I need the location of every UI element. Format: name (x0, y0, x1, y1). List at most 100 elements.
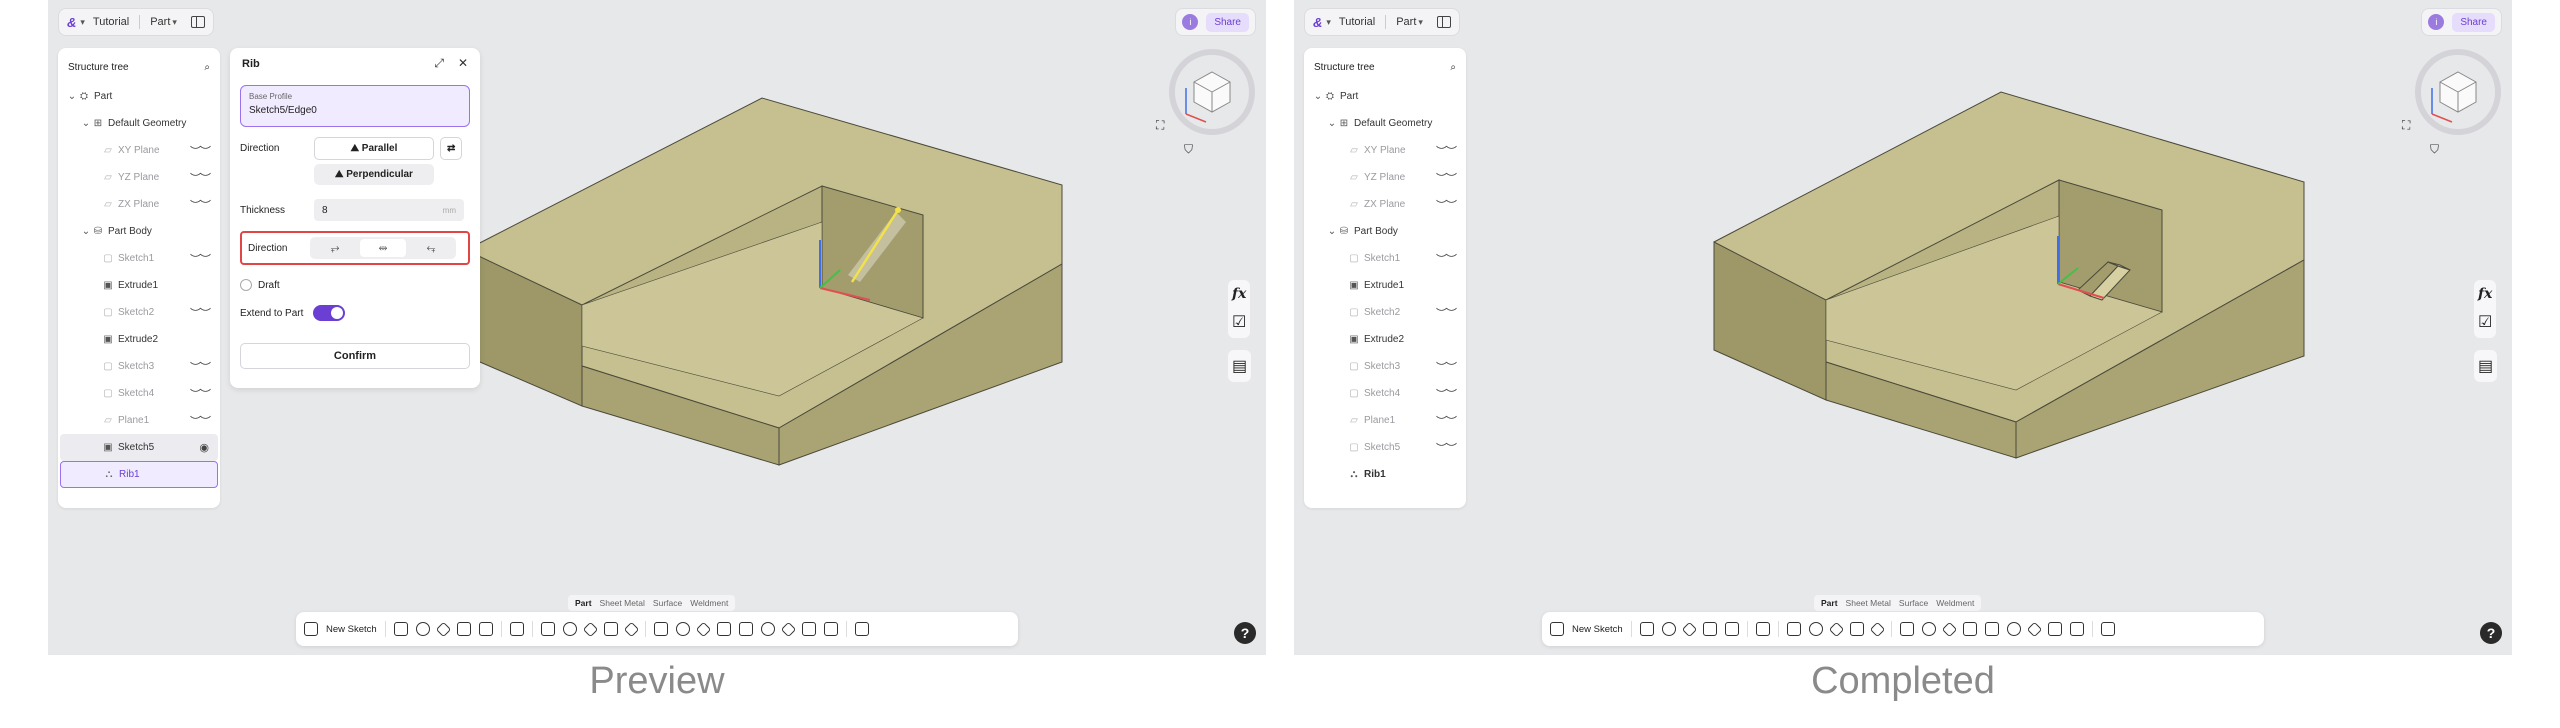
extrude-tool-icon[interactable] (1639, 622, 1654, 636)
breadcrumb-tutorial[interactable]: Tutorial (1339, 16, 1375, 28)
tree-item-xy-plane[interactable]: ▱ XY Plane ︶︶ (1304, 137, 1466, 164)
sweep-tool-icon[interactable] (1681, 621, 1697, 637)
new-sketch-button[interactable]: New Sketch (326, 624, 377, 635)
breadcrumb-tutorial[interactable]: Tutorial (93, 16, 129, 28)
view-cube-icon[interactable] (2410, 44, 2506, 140)
extrude-tool-icon[interactable] (393, 622, 408, 636)
tab-part[interactable]: Part (1818, 597, 1841, 609)
chevron-down-icon[interactable]: ▾ (172, 17, 177, 28)
tree-item-extrude1[interactable]: ▣ Extrude1 (1304, 272, 1466, 299)
tab-weldment[interactable]: Weldment (1933, 597, 1977, 609)
boolean-tool-icon[interactable] (1941, 621, 1957, 637)
tab-weldment[interactable]: Weldment (687, 597, 731, 609)
tree-item-part-body[interactable]: ⌄ ⛁ Part Body (1304, 218, 1466, 245)
view-cube-icon[interactable] (1164, 44, 1260, 140)
formula-icon[interactable]: fx (1232, 286, 1246, 302)
replace-face-icon[interactable] (2026, 621, 2042, 637)
loft-tool-icon[interactable] (456, 622, 471, 636)
check-icon[interactable]: ☑ (2478, 312, 2492, 332)
tree-item-sketch3[interactable]: ▢ Sketch3 ︶︶ (1304, 353, 1466, 380)
tree-item-sketch2[interactable]: ▢ Sketch2 ︶︶ (58, 299, 220, 326)
3d-model-completed[interactable] (1294, 0, 2512, 655)
tab-surface[interactable]: Surface (650, 597, 685, 609)
mirror-tool-icon[interactable] (1921, 622, 1936, 636)
app-logo-icon[interactable]: & (67, 15, 76, 30)
tree-item-default-geometry[interactable]: ⌄ ⊞ Default Geometry (1304, 110, 1466, 137)
tree-item-sketch1[interactable]: ▢ Sketch1 ︶︶ (58, 245, 220, 272)
share-button[interactable]: Share (1206, 12, 1249, 32)
table-icon[interactable]: ▤ (2478, 356, 2493, 376)
chevron-down-icon[interactable]: ⌄ (66, 91, 78, 102)
tree-item-extrude1[interactable]: ▣ Extrude1 (58, 272, 220, 299)
tree-item-extrude2[interactable]: ▣ Extrude2 (1304, 326, 1466, 353)
tree-item-sketch2[interactable]: ▢ Sketch2 ︶︶ (1304, 299, 1466, 326)
new-sketch-button[interactable]: New Sketch (1572, 624, 1623, 635)
direction-other-side-icon[interactable]: ⥆ (408, 239, 454, 257)
direction-one-side-icon[interactable]: ⥅ (312, 239, 358, 257)
hidden-eye-icon[interactable]: ︶︶ (190, 359, 211, 375)
chevron-down-icon[interactable]: ▾ (80, 17, 85, 28)
hidden-eye-icon[interactable]: ︶︶ (1436, 197, 1457, 213)
hidden-eye-icon[interactable]: ︶︶ (1436, 143, 1457, 159)
perpendicular-button[interactable]: ⛰ Perpendicular (314, 164, 434, 185)
hidden-eye-icon[interactable]: ︶︶ (190, 197, 211, 213)
hole-tool-icon[interactable] (1755, 622, 1770, 636)
more-tools-icon[interactable] (854, 622, 869, 636)
fit-view-icon[interactable]: ⛶ (1156, 118, 1164, 133)
share-button[interactable]: Share (2452, 12, 2495, 32)
tree-item-part[interactable]: ⌄ ⛭ Part (1304, 83, 1466, 110)
tab-part[interactable]: Part (572, 597, 595, 609)
replace-face-icon[interactable] (780, 621, 796, 637)
plane-tool-icon[interactable] (2069, 622, 2084, 636)
tree-item-plane1[interactable]: ▱ Plane1 ︶︶ (58, 407, 220, 434)
chevron-down-icon[interactable]: ⌄ (80, 118, 92, 129)
rib-tool-icon[interactable] (1724, 622, 1739, 636)
tree-item-rib1[interactable]: ⛬ Rib1 (1304, 461, 1466, 488)
thickness-input[interactable]: 8 mm (314, 199, 464, 221)
tree-item-sketch4[interactable]: ▢ Sketch4 ︶︶ (58, 380, 220, 407)
toggle-panel-icon[interactable] (190, 16, 205, 28)
new-sketch-icon[interactable] (1550, 622, 1564, 636)
confirm-button[interactable]: Confirm (240, 343, 470, 369)
hidden-eye-icon[interactable]: ︶︶ (1436, 386, 1457, 402)
chevron-down-icon[interactable]: ▾ (1326, 17, 1331, 28)
hidden-eye-icon[interactable]: ︶︶ (1436, 251, 1457, 267)
flip-direction-icon[interactable]: ⇄ (440, 137, 463, 160)
hidden-eye-icon[interactable]: ︶︶ (1436, 170, 1457, 186)
breadcrumb-part[interactable]: Part (1396, 16, 1416, 28)
draft-checkbox[interactable] (240, 279, 252, 291)
shell-tool-icon[interactable] (582, 621, 598, 637)
tree-item-sketch4[interactable]: ▢ Sketch4 ︶︶ (1304, 380, 1466, 407)
check-icon[interactable]: ☑ (1232, 312, 1246, 332)
hidden-eye-icon[interactable]: ︶︶ (190, 305, 211, 321)
parallel-button[interactable]: ⛰ Parallel (314, 137, 434, 160)
move-tool-icon[interactable] (738, 622, 753, 636)
plane-tool-icon[interactable] (823, 622, 838, 636)
hidden-eye-icon[interactable]: ︶︶ (190, 251, 211, 267)
hidden-eye-icon[interactable]: ︶︶ (190, 143, 211, 159)
sweep-tool-icon[interactable] (435, 621, 451, 637)
hidden-eye-icon[interactable]: ︶︶ (190, 170, 211, 186)
tab-sheet-metal[interactable]: Sheet Metal (597, 597, 648, 609)
hidden-eye-icon[interactable]: ︶︶ (1436, 413, 1457, 429)
chamfer-tool-icon[interactable] (1808, 622, 1823, 636)
delete-face-icon[interactable] (801, 622, 816, 636)
rib-tool-icon[interactable] (478, 622, 493, 636)
tab-sheet-metal[interactable]: Sheet Metal (1843, 597, 1894, 609)
hole-tool-icon[interactable] (509, 622, 524, 636)
tree-item-part[interactable]: ⌄ ⛭ Part (58, 83, 220, 110)
tree-item-zx-plane[interactable]: ▱ ZX Plane ︶︶ (1304, 191, 1466, 218)
draft-tool-icon[interactable] (603, 622, 618, 636)
direction-symmetric-icon[interactable]: ⥈ (360, 239, 406, 257)
tree-item-sketch1[interactable]: ▢ Sketch1 ︶︶ (1304, 245, 1466, 272)
shell-tool-icon[interactable] (1828, 621, 1844, 637)
display-mode-icon[interactable]: ⛉ (2430, 142, 2439, 157)
fit-view-icon[interactable]: ⛶ (2402, 118, 2410, 133)
chevron-down-icon[interactable]: ⌄ (1312, 91, 1324, 102)
thicken-tool-icon[interactable] (623, 621, 639, 637)
more-tools-icon[interactable] (2100, 622, 2115, 636)
close-icon[interactable]: ✕ (458, 56, 468, 71)
hidden-eye-icon[interactable]: ︶︶ (1436, 440, 1457, 456)
search-icon[interactable]: ⌕ (1450, 62, 1456, 73)
tree-item-sketch3[interactable]: ▢ Sketch3 ︶︶ (58, 353, 220, 380)
